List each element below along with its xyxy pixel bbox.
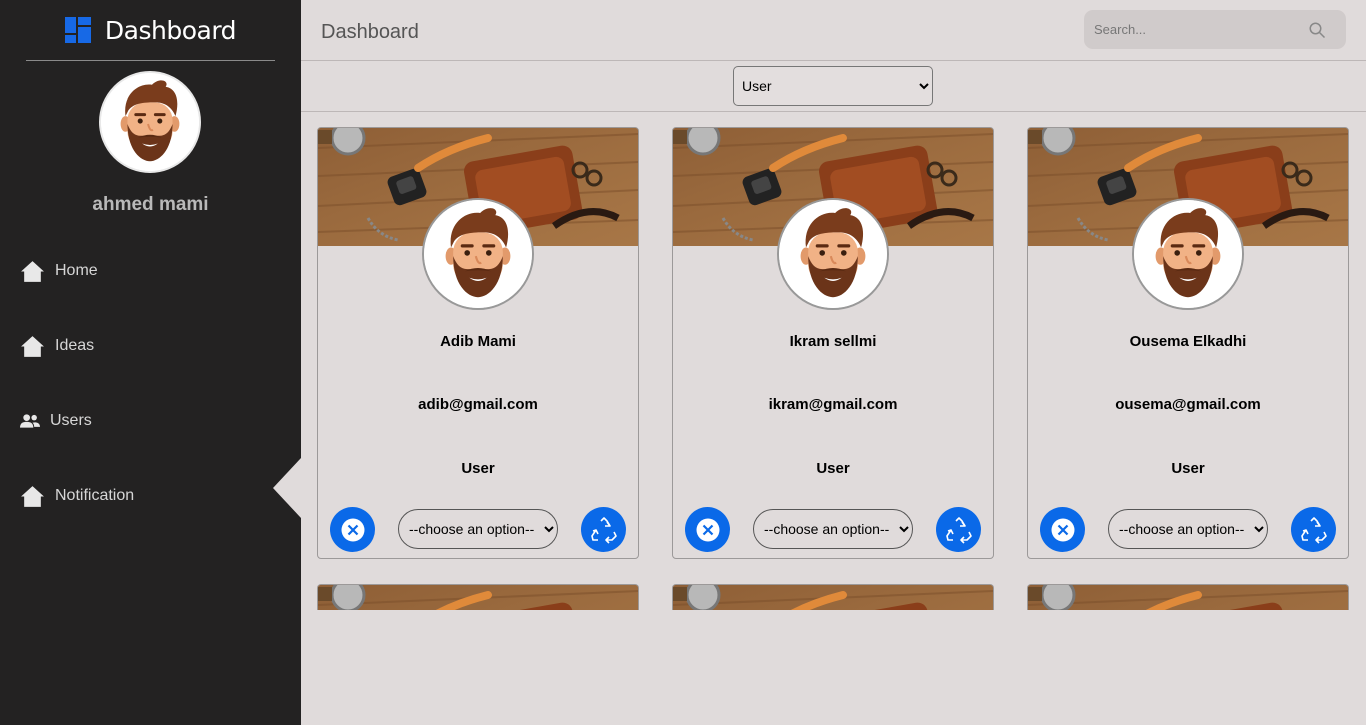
filter-bar: User bbox=[301, 62, 1366, 112]
user-email: ikram@gmail.com bbox=[768, 396, 898, 413]
sidebar-divider bbox=[26, 60, 275, 61]
search-icon[interactable] bbox=[1308, 21, 1326, 39]
recycle-icon bbox=[1300, 516, 1327, 544]
user-role: User bbox=[1171, 460, 1205, 477]
card-banner-image bbox=[318, 585, 638, 610]
update-role-button[interactable] bbox=[936, 507, 981, 552]
brand-title: Dashboard bbox=[104, 15, 237, 45]
profile-name: ahmed mami bbox=[92, 194, 209, 215]
delete-user-button[interactable] bbox=[685, 507, 730, 552]
users-icon bbox=[20, 414, 40, 428]
user-card: Adib Mami adib@gmail.com User --choose a… bbox=[317, 127, 639, 559]
user-card-partial bbox=[672, 584, 994, 610]
user-card-partial bbox=[317, 584, 639, 610]
role-select[interactable]: --choose an option-- bbox=[398, 509, 558, 549]
home-icon bbox=[21, 485, 44, 507]
sidebar-item-label: Home bbox=[55, 262, 98, 279]
sidebar: Dashboard ahmed mami Home Ideas Users No… bbox=[0, 0, 301, 725]
user-card: Ikram sellmi ikram@gmail.com User --choo… bbox=[672, 127, 994, 559]
recycle-icon bbox=[590, 516, 617, 544]
role-select[interactable]: --choose an option-- bbox=[753, 509, 913, 549]
search-input[interactable] bbox=[1084, 10, 1304, 49]
update-role-button[interactable] bbox=[1291, 507, 1336, 552]
sidebar-item-home[interactable]: Home bbox=[20, 257, 98, 285]
user-name: Ikram sellmi bbox=[789, 333, 877, 350]
card-banner-image bbox=[673, 585, 993, 610]
sidebar-item-label: Ideas bbox=[55, 337, 95, 354]
card-banner-image bbox=[1028, 585, 1348, 610]
user-email: adib@gmail.com bbox=[418, 396, 538, 413]
user-role: User bbox=[816, 460, 850, 477]
sidebar-item-notification[interactable]: Notification bbox=[20, 482, 134, 510]
delete-user-button[interactable] bbox=[330, 507, 375, 552]
recycle-icon bbox=[945, 516, 972, 544]
role-select[interactable]: --choose an option-- bbox=[1108, 509, 1268, 549]
sidebar-item-label: Notification bbox=[55, 487, 135, 504]
close-circle-icon bbox=[341, 518, 364, 541]
user-card: Ousema Elkadhi ousema@gmail.com User --c… bbox=[1027, 127, 1349, 559]
close-circle-icon bbox=[1051, 518, 1074, 541]
page-title: Dashboard bbox=[321, 21, 419, 43]
home-icon bbox=[21, 335, 44, 357]
sidebar-item-label: Users bbox=[50, 412, 92, 429]
user-card-partial bbox=[1027, 584, 1349, 610]
update-role-button[interactable] bbox=[581, 507, 626, 552]
user-avatar bbox=[422, 198, 534, 310]
brand[interactable]: Dashboard bbox=[0, 12, 301, 48]
topbar: Dashboard bbox=[301, 0, 1366, 61]
profile-avatar bbox=[99, 71, 201, 173]
delete-user-button[interactable] bbox=[1040, 507, 1085, 552]
user-name: Adib Mami bbox=[440, 333, 516, 350]
user-role: User bbox=[461, 460, 495, 477]
user-avatar bbox=[777, 198, 889, 310]
home-icon bbox=[21, 260, 44, 282]
user-avatar bbox=[1132, 198, 1244, 310]
sidebar-item-ideas[interactable]: Ideas bbox=[20, 332, 94, 360]
sidebar-item-users[interactable]: Users bbox=[20, 407, 92, 435]
search-box bbox=[1084, 10, 1346, 49]
role-filter-select[interactable]: User bbox=[733, 66, 933, 106]
user-name: Ousema Elkadhi bbox=[1129, 333, 1247, 350]
active-indicator bbox=[273, 458, 301, 518]
close-circle-icon bbox=[696, 518, 719, 541]
dashboard-logo-icon bbox=[64, 17, 91, 43]
user-email: ousema@gmail.com bbox=[1115, 396, 1261, 413]
